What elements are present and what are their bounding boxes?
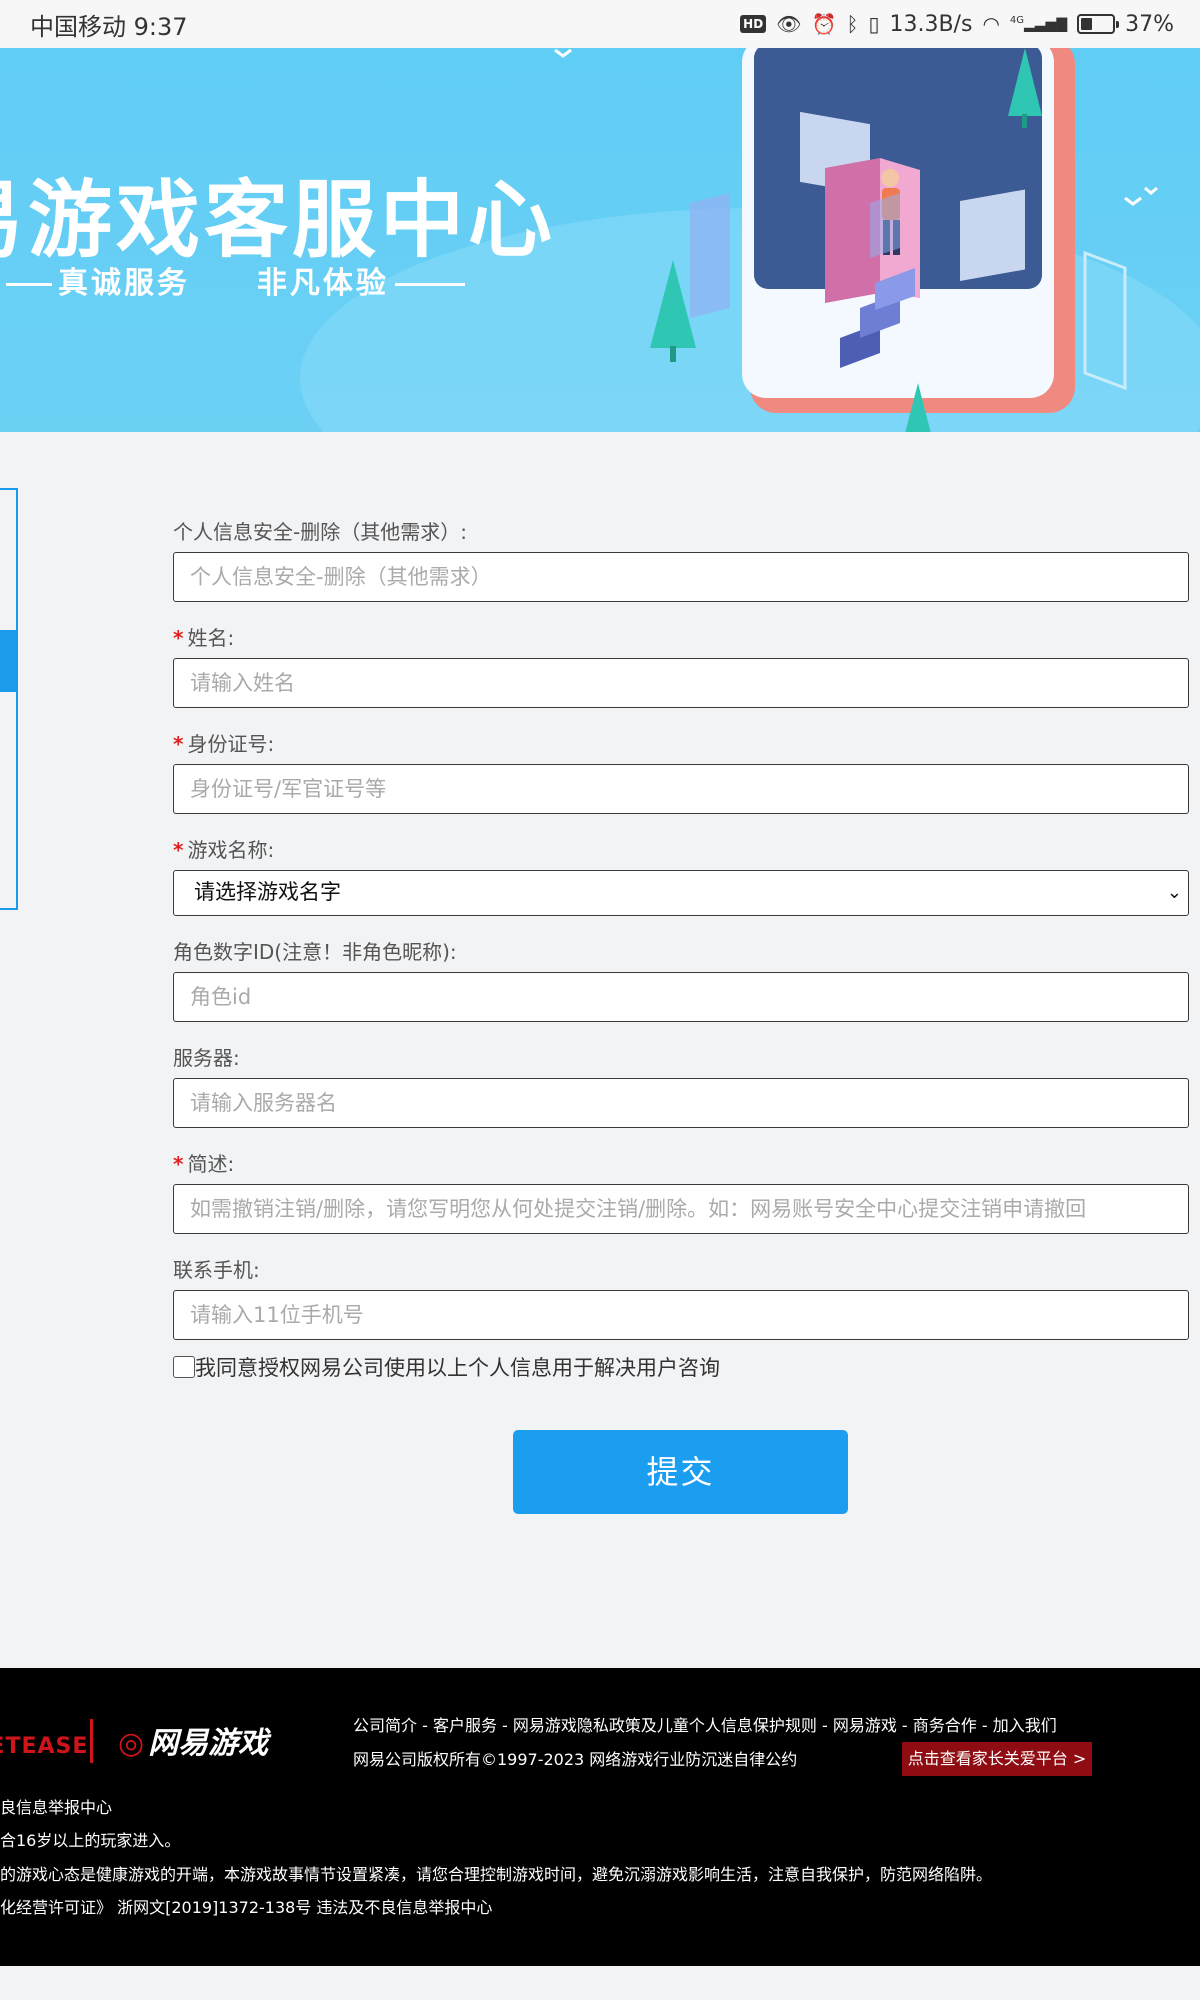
name-label-text: 姓名: bbox=[187, 626, 235, 650]
request-type-label: 个人信息安全-删除（其他需求）: bbox=[173, 520, 467, 544]
status-bar: 中国移动 9:37 HD 👁 ⏰ ᛒ ▯ 13.3B/s ◠ 4G▂▃▅▇ 37… bbox=[0, 0, 1200, 48]
game-name-label-text: 游戏名称: bbox=[187, 838, 275, 862]
alarm-icon: ⏰ bbox=[811, 12, 837, 36]
agree-checkbox[interactable] bbox=[173, 1356, 195, 1378]
netease-games-logo: ◎ 网易游戏 bbox=[118, 1718, 268, 1762]
submit-button[interactable]: 提交 bbox=[513, 1430, 848, 1514]
banner-slogan: 真诚服务 非凡体验 bbox=[0, 258, 471, 302]
game-name-label: * 游戏名称: bbox=[173, 830, 1189, 870]
footer-line-notice: 的游戏心态是健康游戏的开端，本游戏故事情节设置紧凑，请您合理控制游戏时间，避免沉… bbox=[0, 1865, 993, 1884]
parent-platform-button[interactable]: 点击查看家长关爱平台 > bbox=[902, 1742, 1092, 1776]
netease-games-logo-text: 网易游戏 bbox=[148, 1726, 269, 1761]
battery-percent: 37% bbox=[1125, 11, 1174, 37]
footer-line-age: 合16岁以上的玩家进入。 bbox=[0, 1831, 181, 1850]
description-input[interactable] bbox=[173, 1184, 1189, 1234]
footer-line-report[interactable]: 良信息举报中心 bbox=[0, 1794, 112, 1818]
request-form: 个人信息安全-删除（其他需求）: *姓名: *身份证号: *游戏名称: 请选择游… bbox=[173, 510, 1189, 1382]
role-id-label: 角色数字ID(注意！非角色昵称): bbox=[173, 940, 457, 964]
hero-banner: 易游戏客服中心 真诚服务 非凡体验 bbox=[0, 48, 1200, 432]
role-id-input[interactable] bbox=[173, 972, 1189, 1022]
id-number-label-text: 身份证号: bbox=[187, 732, 275, 756]
server-input[interactable] bbox=[173, 1078, 1189, 1128]
vibrate-icon: ▯ bbox=[868, 12, 880, 36]
battery-level bbox=[1081, 18, 1093, 30]
game-name-selected: 请选择游戏名字 bbox=[194, 880, 341, 904]
description-label-text: 简述: bbox=[187, 1152, 235, 1176]
signal-icon: 4G▂▃▅▇ bbox=[1009, 15, 1068, 33]
request-type-input[interactable] bbox=[173, 552, 1189, 602]
game-name-select[interactable]: 请选择游戏名字 ⌄ bbox=[173, 870, 1189, 916]
slogan-right: 非凡体验 bbox=[256, 266, 389, 301]
id-number-input[interactable] bbox=[173, 764, 1189, 814]
eye-icon: 👁 bbox=[776, 12, 802, 36]
side-panel-tab[interactable] bbox=[0, 630, 16, 692]
network-type: 4G bbox=[1009, 15, 1025, 27]
required-mark: * bbox=[173, 1152, 184, 1176]
net-speed: 13.3B/s bbox=[889, 11, 973, 37]
server-label: 服务器: bbox=[173, 1046, 240, 1070]
chevron-down-icon: ⌄ bbox=[1166, 882, 1182, 903]
phone-input[interactable] bbox=[173, 1290, 1189, 1340]
name-input[interactable] bbox=[173, 658, 1189, 708]
footer-copyright: 网易公司版权所有©1997-2023 网络游戏行业防沉迷自律公约 bbox=[353, 1750, 798, 1769]
required-mark: * bbox=[173, 732, 184, 756]
id-number-label: * 身份证号: bbox=[173, 724, 1189, 764]
status-icons: HD 👁 ⏰ ᛒ ▯ 13.3B/s ◠ 4G▂▃▅▇ 37% bbox=[740, 12, 1174, 37]
banner-title: 易游戏客服中心 bbox=[0, 171, 557, 269]
name-label: * 姓名: bbox=[173, 618, 1189, 658]
hd-icon: HD bbox=[740, 15, 767, 33]
phone-label: 联系手机: bbox=[173, 1258, 260, 1282]
slogan-dash-left bbox=[6, 283, 52, 286]
netease-logo: NETEASE bbox=[0, 1734, 89, 1759]
bottom-strip bbox=[0, 1966, 1200, 2000]
slogan-left: 真诚服务 bbox=[58, 266, 190, 301]
footer: NETEASE ◎网易游戏 公司简介 - 客户服务 - 网易游戏隐私政策及儿童个… bbox=[0, 1668, 1200, 1966]
netease-games-swirl-icon: ◎ bbox=[118, 1726, 145, 1761]
agree-text: 我同意授权网易公司使用以上个人信息用于解决用户咨询 bbox=[195, 1356, 720, 1380]
battery-icon bbox=[1077, 14, 1120, 34]
required-mark: * bbox=[173, 838, 184, 862]
required-mark: * bbox=[173, 626, 184, 650]
description-label: * 简述: bbox=[173, 1144, 1189, 1184]
agree-row: 我同意授权网易公司使用以上个人信息用于解决用户咨询 bbox=[173, 1352, 1189, 1382]
wifi-icon: ◠ bbox=[982, 12, 1000, 36]
slogan-dash-right bbox=[394, 283, 465, 286]
side-panel-frame bbox=[0, 488, 18, 910]
footer-line-license: 化经营许可证》 浙网文[2019]1372-138号 违法及不良信息举报中心 bbox=[0, 1898, 493, 1917]
footer-links[interactable]: 公司简介 - 客户服务 - 网易游戏隐私政策及儿童个人信息保护规则 - 网易游戏… bbox=[353, 1712, 1057, 1736]
logo-divider bbox=[90, 1719, 93, 1763]
carrier-time: 中国移动 9:37 bbox=[30, 12, 188, 41]
bluetooth-icon: ᛒ bbox=[846, 12, 859, 36]
